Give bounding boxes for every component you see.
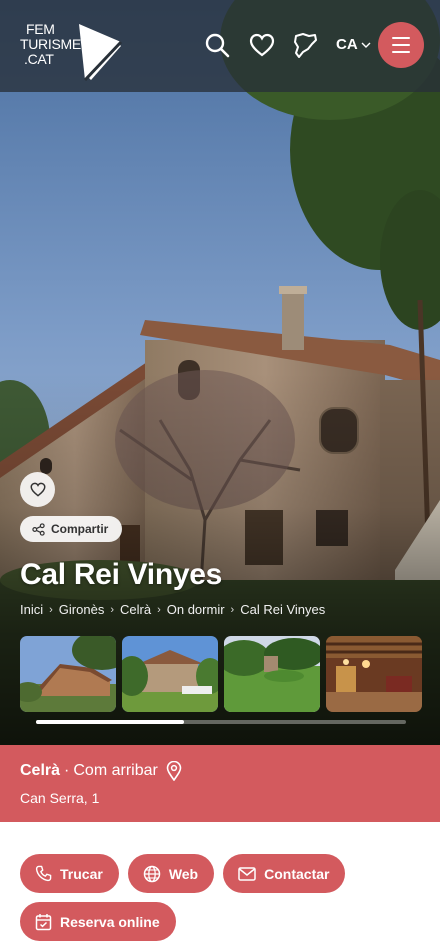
breadcrumb-item-inici[interactable]: Inici: [20, 602, 43, 617]
envelope-icon: [238, 866, 256, 881]
location-separator: ·: [64, 762, 70, 779]
breadcrumb-separator-icon: ›: [110, 603, 114, 616]
top-bar: FEM TURISME .CAT CA: [0, 0, 440, 92]
breadcrumb-separator-icon: ›: [49, 603, 53, 616]
chevron-down-icon: [361, 42, 371, 48]
calendar-icon: [35, 913, 52, 930]
logo-flag-icon: [79, 24, 123, 82]
location-town: Celrà: [20, 762, 61, 779]
language-selector[interactable]: CA: [336, 36, 371, 53]
page-title: Cal Rei Vinyes: [20, 558, 223, 591]
location-bar: Celrà · Com arribar Can Serra, 1: [0, 745, 440, 822]
heart-icon[interactable]: [247, 30, 277, 60]
logo-wordmark: FEM TURISME .CAT: [20, 21, 81, 67]
breadcrumb-separator-icon: ›: [157, 603, 161, 616]
breadcrumb-item-celra[interactable]: Celrà: [120, 602, 151, 617]
call-button[interactable]: Trucar: [20, 854, 119, 893]
breadcrumb-item-on-dormir[interactable]: On dormir: [167, 602, 225, 617]
search-icon[interactable]: [202, 30, 232, 60]
gallery-thumbnail-3[interactable]: [224, 636, 320, 712]
gallery-thumbnail-1[interactable]: [20, 636, 116, 712]
directions-link[interactable]: Com arribar: [73, 762, 157, 780]
map-pin-icon[interactable]: [166, 761, 182, 781]
gallery-scrollbar[interactable]: [36, 720, 406, 724]
share-icon: [32, 522, 45, 536]
breadcrumb-item-current: Cal Rei Vinyes: [240, 602, 326, 617]
catalonia-map-icon[interactable]: [290, 30, 320, 60]
favorite-button[interactable]: [20, 472, 55, 507]
share-button[interactable]: Compartir: [20, 516, 123, 542]
address: Can Serra, 1: [20, 790, 100, 806]
photo-gallery: [20, 636, 422, 712]
action-buttons: Trucar Web Contactar Reserva online: [20, 854, 420, 941]
gallery-thumbnail-2[interactable]: [122, 636, 218, 712]
globe-icon: [143, 865, 161, 882]
booking-button[interactable]: Reserva online: [20, 902, 176, 941]
web-button[interactable]: Web: [127, 854, 215, 893]
hero-section: [0, 0, 440, 745]
gallery-thumbnail-4[interactable]: [326, 636, 422, 712]
heart-icon: [29, 482, 46, 497]
hamburger-menu-icon[interactable]: [378, 22, 424, 68]
contact-button[interactable]: Contactar: [223, 854, 346, 893]
breadcrumb: Inici › Gironès › Celrà › On dormir › Ca…: [20, 602, 325, 617]
phone-icon: [35, 865, 52, 882]
breadcrumb-item-girones[interactable]: Gironès: [59, 602, 105, 617]
breadcrumb-separator-icon: ›: [230, 603, 235, 616]
gallery-scrollbar-thumb[interactable]: [36, 720, 184, 724]
site-logo[interactable]: FEM TURISME .CAT: [20, 22, 124, 84]
